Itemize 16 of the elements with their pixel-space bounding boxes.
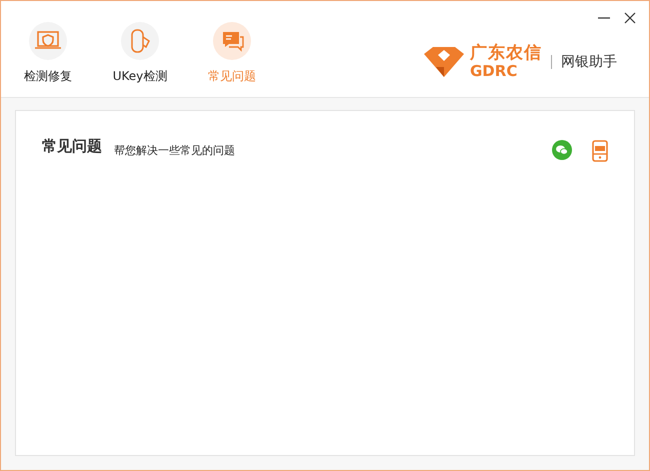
nav-tab[interactable]: 检测修复 (9, 21, 87, 85)
logo-icon (424, 47, 464, 77)
chat-icon (552, 140, 572, 160)
phone-icon (592, 140, 608, 162)
panel-title: 常见问题 (42, 137, 102, 156)
brand-name: 广东农信 (470, 45, 542, 62)
product-name: 网银助手 (561, 53, 617, 71)
panel-subtitle: 帮您解决一些常见的问题 (114, 143, 235, 158)
mobile-banking-button[interactable] (592, 140, 608, 162)
laptop-shield-icon (28, 21, 68, 61)
chat-button[interactable] (552, 140, 572, 162)
brand-abbreviation: GDRC (470, 64, 518, 79)
nav-tab[interactable]: UKey检测 (101, 21, 179, 85)
chat-bubble-icon (212, 21, 252, 61)
close-icon (623, 11, 637, 25)
usb-key-icon (120, 21, 160, 61)
